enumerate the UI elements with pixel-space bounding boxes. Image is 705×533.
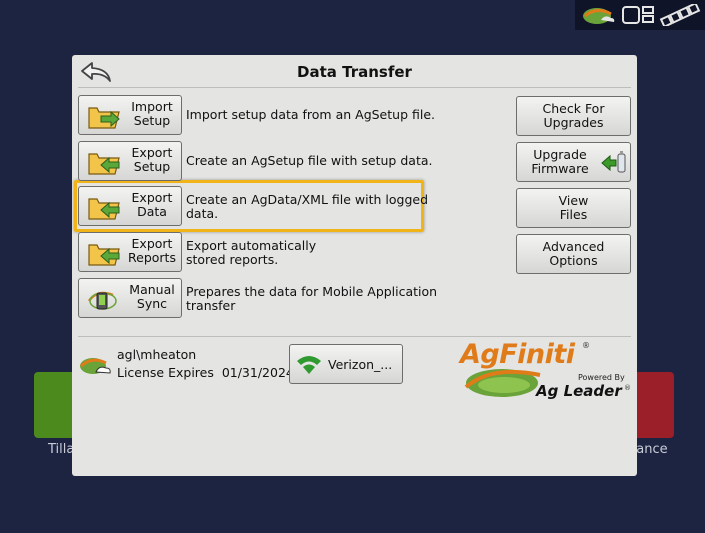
manual-sync-description-1: Prepares the data for Mobile Application bbox=[186, 284, 438, 299]
export-reports-description-1: Export automatically bbox=[186, 238, 317, 253]
manual-sync-label-2: Sync bbox=[136, 296, 168, 311]
upgrade-firmware-label-1: Upgrade bbox=[533, 147, 587, 162]
view-files-button[interactable]: View Files bbox=[516, 188, 631, 228]
registered-mark: ® bbox=[582, 341, 590, 350]
check-upgrades-label-1: Check For bbox=[542, 101, 605, 116]
field-status-icon[interactable] bbox=[581, 4, 617, 26]
folder-arrow-out-icon bbox=[88, 153, 120, 175]
manual-sync-description-2: transfer bbox=[186, 298, 236, 313]
export-data-description-1: Create an AgData/XML file with logged bbox=[186, 192, 429, 207]
folder-arrow-out-icon bbox=[88, 198, 120, 220]
export-data-description: Create an AgData/XML file with logged dat… bbox=[186, 193, 428, 221]
check-upgrades-label-2: Upgrades bbox=[543, 115, 604, 130]
import-setup-label-2: Setup bbox=[133, 113, 171, 128]
check-for-upgrades-button[interactable]: Check For Upgrades bbox=[516, 96, 631, 136]
advanced-options-label-1: Advanced bbox=[542, 239, 605, 254]
export-reports-description-2: stored reports. bbox=[186, 252, 279, 267]
export-data-button[interactable]: Export Data bbox=[78, 186, 182, 226]
powered-by-label: Powered By bbox=[578, 373, 625, 382]
advanced-options-button[interactable]: Advanced Options bbox=[516, 234, 631, 274]
network-button[interactable]: Verizon_... bbox=[289, 344, 403, 384]
view-files-label-1: View bbox=[558, 193, 589, 208]
data-transfer-dialog: Data Transfer Import Setup Import setup d… bbox=[72, 55, 637, 476]
dialog-title: Data Transfer bbox=[297, 63, 412, 81]
divider bbox=[78, 336, 631, 337]
export-data-description-2: data. bbox=[186, 206, 219, 221]
ag-leader-wordmark: Ag Leader bbox=[536, 382, 622, 400]
export-reports-label-2: Reports bbox=[128, 250, 176, 265]
manual-sync-description: Prepares the data for Mobile Application… bbox=[186, 285, 437, 313]
satellite-icon[interactable] bbox=[659, 4, 701, 26]
device-status-icon[interactable] bbox=[621, 4, 655, 26]
agfiniti-account-icon bbox=[79, 358, 111, 374]
agfiniti-swoosh-icon bbox=[464, 369, 541, 397]
license-expiration: License Expires 01/31/2024 bbox=[117, 365, 294, 380]
tillage-tile-label: Tilla bbox=[48, 442, 75, 457]
network-name: Verizon_... bbox=[328, 357, 393, 372]
export-setup-label-2: Setup bbox=[133, 159, 171, 174]
account-username: agl\mheaton bbox=[117, 347, 197, 362]
wifi-icon bbox=[297, 356, 321, 374]
export-reports-label-1: Export bbox=[131, 236, 173, 251]
manual-sync-button[interactable]: Manual Sync bbox=[78, 278, 182, 318]
export-setup-button[interactable]: Export Setup bbox=[78, 141, 182, 181]
upgrade-firmware-label-2: Firmware bbox=[531, 161, 589, 176]
export-setup-label-1: Export bbox=[131, 145, 173, 160]
import-setup-description: Import setup data from an AgSetup file. bbox=[186, 107, 435, 122]
manual-sync-label-1: Manual bbox=[129, 282, 175, 297]
view-files-label-2: Files bbox=[559, 207, 588, 222]
firmware-upgrade-icon bbox=[601, 151, 626, 173]
status-bar bbox=[575, 0, 705, 30]
folder-arrow-out-icon bbox=[88, 244, 120, 266]
export-data-label-2: Data bbox=[137, 204, 167, 219]
folder-arrow-in-icon bbox=[88, 107, 120, 129]
mobile-sync-icon bbox=[87, 291, 117, 310]
agfiniti-logo: AgFiniti ® Powered By Ag Leader ® bbox=[460, 339, 635, 401]
upgrade-firmware-button[interactable]: Upgrade Firmware bbox=[516, 142, 631, 182]
export-reports-description: Export automatically stored reports. bbox=[186, 239, 316, 267]
registered-mark: ® bbox=[624, 384, 631, 392]
export-reports-button[interactable]: Export Reports bbox=[78, 232, 182, 272]
import-setup-button[interactable]: Import Setup bbox=[78, 95, 182, 135]
import-setup-label-1: Import bbox=[131, 99, 173, 114]
divider bbox=[78, 87, 631, 88]
export-data-label-1: Export bbox=[131, 190, 173, 205]
advanced-options-label-2: Options bbox=[549, 253, 598, 268]
export-setup-description: Create an AgSetup file with setup data. bbox=[186, 153, 433, 168]
